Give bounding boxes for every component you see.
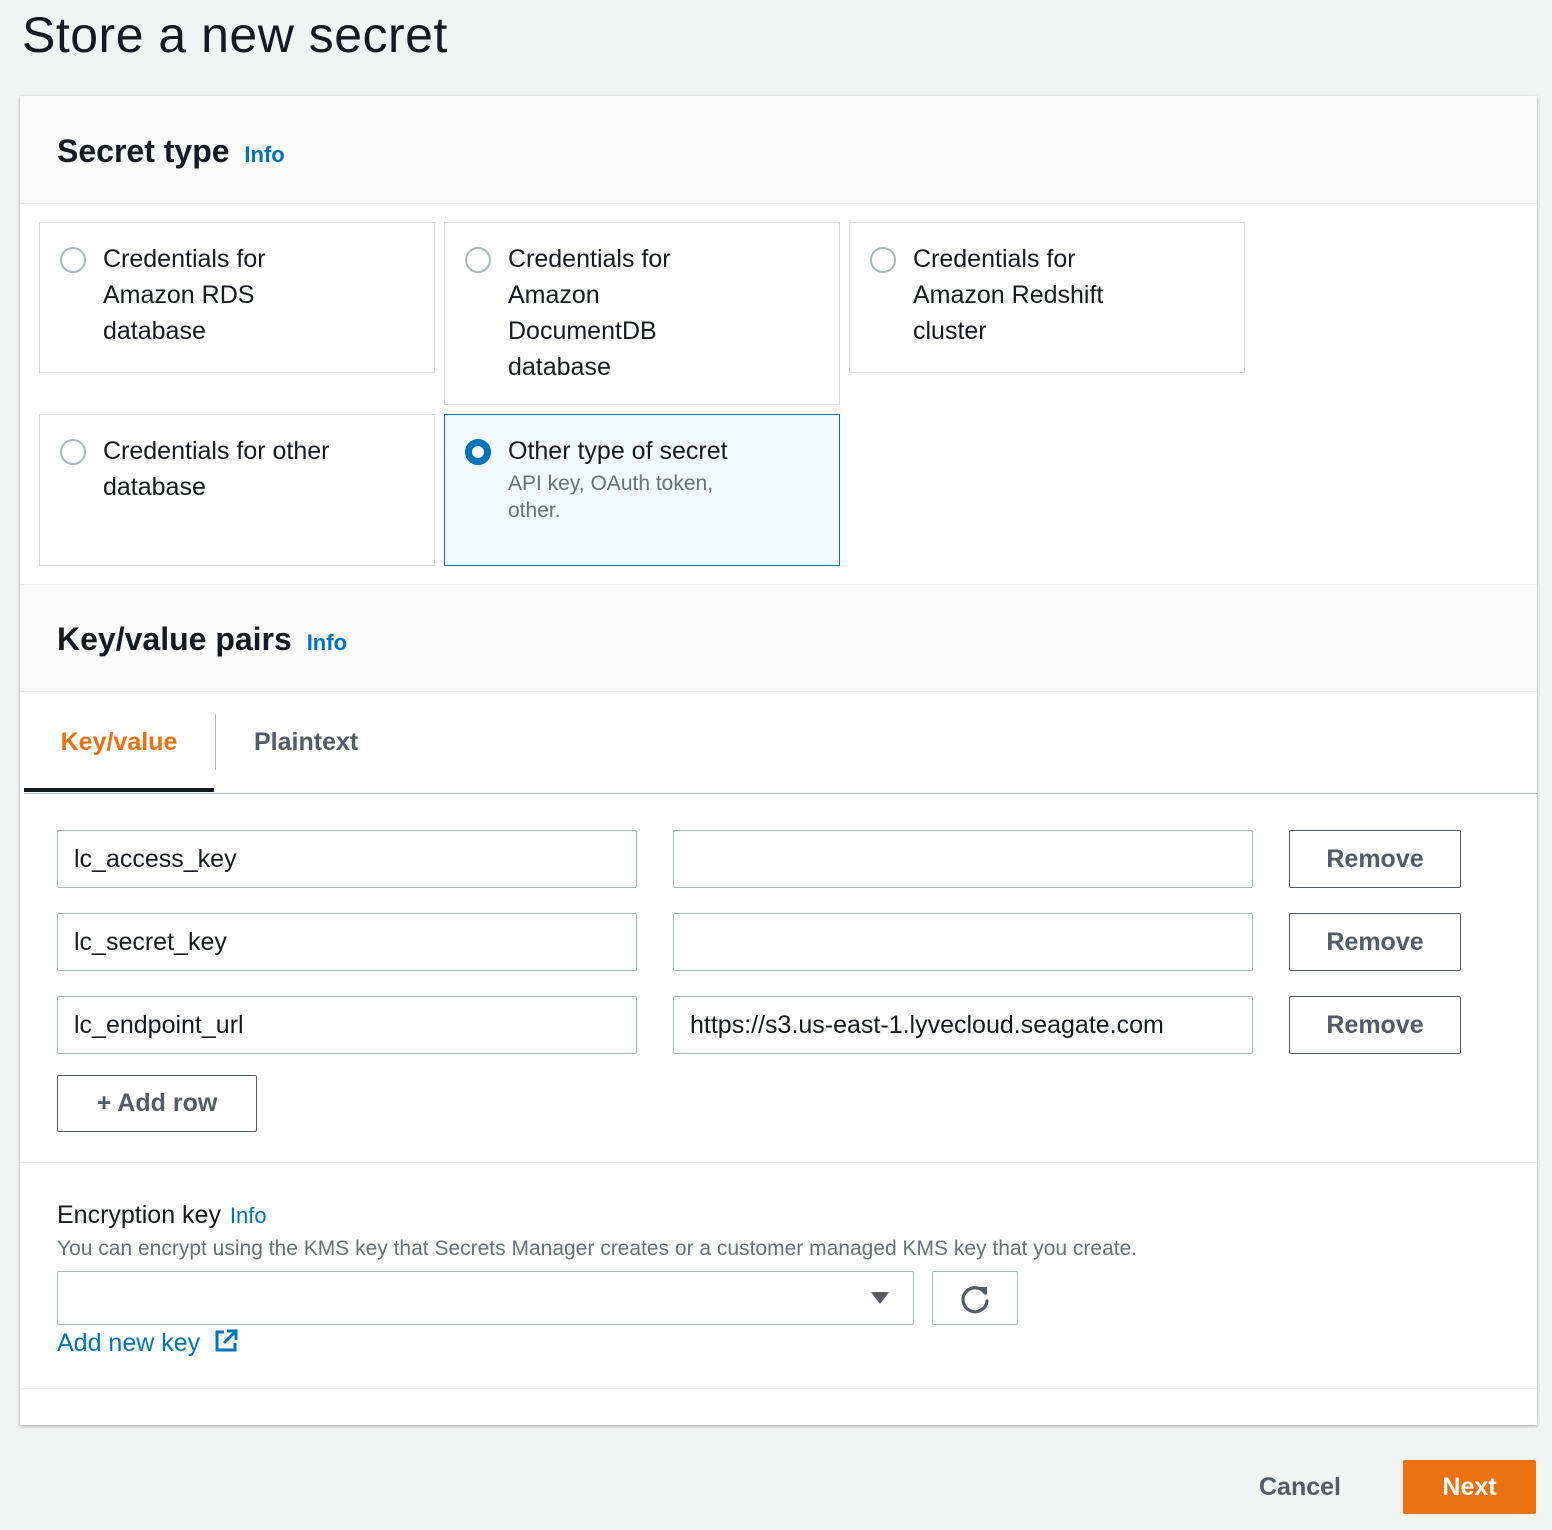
kv-row-1-remove-button[interactable]: Remove xyxy=(1289,830,1461,888)
tile-other-secret-description: API key, OAuth token, other. xyxy=(508,472,714,522)
external-link-icon xyxy=(215,1329,238,1352)
tile-redshift-credentials[interactable]: Credentials for Amazon Redshift cluster xyxy=(849,222,1245,373)
kv-row-2-remove-button[interactable]: Remove xyxy=(1289,913,1461,971)
tab-plaintext[interactable]: Plaintext xyxy=(254,692,358,792)
tile-other-database-label: Credentials for other database xyxy=(103,437,330,501)
add-new-key-link[interactable]: Add new key xyxy=(57,1328,239,1358)
kv-pairs-heading-text: Key/value pairs xyxy=(57,621,292,657)
secret-type-heading-text: Secret type xyxy=(57,133,230,169)
radio-documentdb[interactable] xyxy=(465,247,491,273)
tile-other-database-credentials[interactable]: Credentials for other database xyxy=(39,414,435,566)
kv-row-3-remove-button[interactable]: Remove xyxy=(1289,996,1461,1054)
tab-key-value[interactable]: Key/value xyxy=(24,692,214,792)
encryption-key-label-text: Encryption key xyxy=(57,1201,221,1229)
secret-form-panel: Secret type Info Credentials for Amazon … xyxy=(20,96,1537,1425)
tile-rds-credentials[interactable]: Credentials for Amazon RDS database xyxy=(39,222,435,373)
secret-type-info-link[interactable]: Info xyxy=(244,142,284,167)
kv-row-2-key-input[interactable] xyxy=(57,913,637,971)
kv-pairs-header: Key/value pairs Info xyxy=(20,584,1537,692)
section-divider xyxy=(20,1162,1537,1163)
bottom-divider xyxy=(20,1388,1537,1389)
radio-other-database[interactable] xyxy=(60,439,86,465)
kv-row-3-value-input[interactable] xyxy=(673,996,1253,1054)
next-button[interactable]: Next xyxy=(1403,1460,1536,1514)
kv-pairs-info-link[interactable]: Info xyxy=(307,630,347,655)
refresh-icon xyxy=(961,1286,989,1314)
tile-other-secret-label: Other type of secret xyxy=(508,437,728,465)
tile-rds-label: Credentials for Amazon RDS database xyxy=(103,245,266,345)
tab-divider xyxy=(215,714,216,770)
tile-other-secret[interactable]: Other type of secret API key, OAuth toke… xyxy=(444,414,840,566)
kv-tabs: Key/value Plaintext xyxy=(24,692,1537,794)
tile-documentdb-label: Credentials for Amazon DocumentDB databa… xyxy=(508,245,671,381)
add-row-button[interactable]: + Add row xyxy=(57,1075,257,1132)
radio-redshift[interactable] xyxy=(870,247,896,273)
radio-rds[interactable] xyxy=(60,247,86,273)
tile-redshift-label: Credentials for Amazon Redshift cluster xyxy=(913,245,1104,345)
encryption-key-label: Encryption key Info xyxy=(57,1201,267,1230)
radio-other-secret[interactable] xyxy=(465,439,491,465)
caret-down-icon xyxy=(871,1292,889,1304)
kv-row-2-value-input[interactable] xyxy=(673,913,1253,971)
page-title: Store a new secret xyxy=(22,7,448,63)
cancel-button[interactable]: Cancel xyxy=(1250,1460,1350,1514)
add-new-key-label: Add new key xyxy=(57,1329,201,1357)
kv-pairs-heading: Key/value pairs Info xyxy=(57,621,347,658)
encryption-key-select[interactable] xyxy=(57,1271,914,1325)
kv-row-1-key-input[interactable] xyxy=(57,830,637,888)
tile-documentdb-credentials[interactable]: Credentials for Amazon DocumentDB databa… xyxy=(444,222,840,405)
refresh-keys-button[interactable] xyxy=(932,1271,1018,1325)
kv-row-1-value-input[interactable] xyxy=(673,830,1253,888)
secret-type-heading: Secret type Info xyxy=(57,133,285,170)
kv-row-3-key-input[interactable] xyxy=(57,996,637,1054)
encryption-key-info-link[interactable]: Info xyxy=(230,1203,267,1228)
encryption-key-description: You can encrypt using the KMS key that S… xyxy=(57,1237,1138,1260)
secret-type-header: Secret type Info xyxy=(20,96,1537,204)
